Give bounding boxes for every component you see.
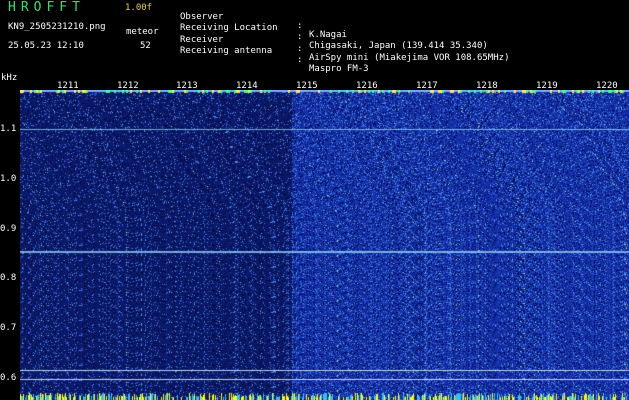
spectrogram-plot <box>20 90 629 400</box>
info-colon: : <box>297 55 303 65</box>
y-tick-label: 1.1 <box>0 124 17 134</box>
info-label: Receiver <box>180 35 224 45</box>
info-colon: : <box>297 44 303 54</box>
info-value: AirSpy mini (Miakejima VOR 108.65MHz) <box>309 53 510 63</box>
image-filename: KN9_2505231210.png <box>8 22 106 32</box>
y-tick-label: 0.8 <box>0 273 17 283</box>
info-value: K.Nagai <box>309 30 347 40</box>
y-tick-label: 1.0 <box>0 174 17 184</box>
info-colon: : <box>297 32 303 42</box>
info-value: Maspro FM-3 <box>309 64 369 74</box>
info-label: Observer <box>180 12 224 22</box>
info-value: Chigasaki, Japan (139.414 35.340) <box>309 41 488 51</box>
info-colon: : <box>297 21 303 31</box>
info-label: Receiving antenna <box>180 46 273 56</box>
meteor-count: 52 <box>140 41 151 51</box>
info-label: Receiving Location <box>180 23 278 33</box>
y-tick-label: 0.6 <box>0 373 17 383</box>
app-version: 1.00f <box>125 3 153 13</box>
y-axis-unit: kHz <box>1 73 18 83</box>
y-tick-label: 0.7 <box>0 323 17 333</box>
mode-label: meteor <box>126 27 159 37</box>
hrofft-window: HROFFT 1.00f KN9_2505231210.png meteor 2… <box>0 0 629 400</box>
y-tick-label: 0.9 <box>0 224 17 234</box>
